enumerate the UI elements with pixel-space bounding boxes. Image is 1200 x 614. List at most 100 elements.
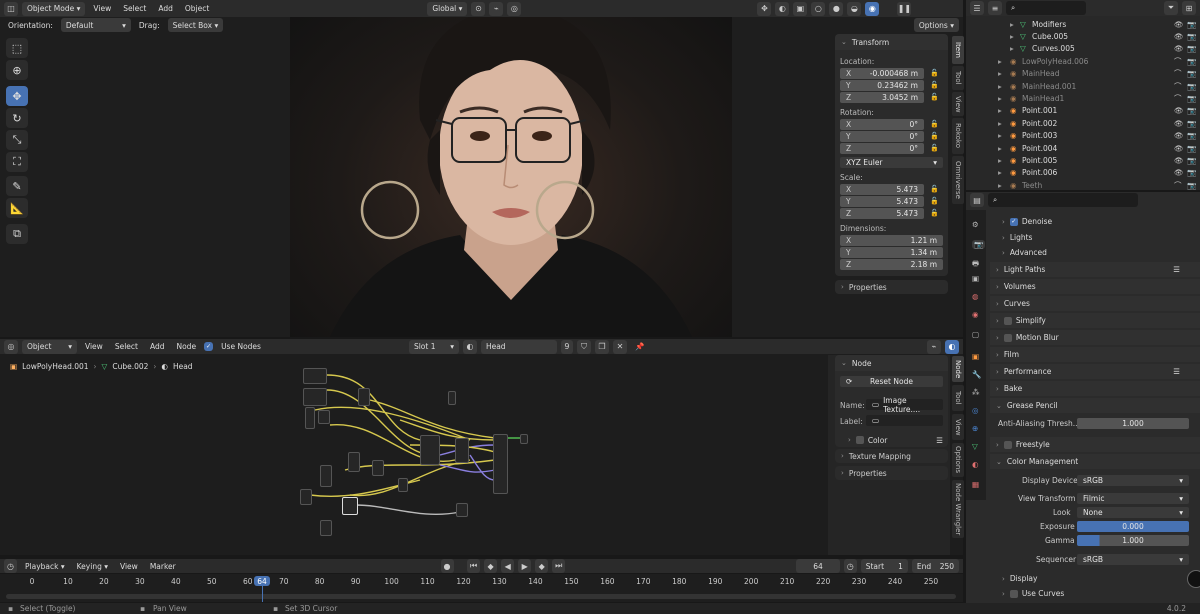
data-tab-icon[interactable]: ▽ bbox=[972, 442, 978, 451]
shader-node[interactable] bbox=[520, 434, 528, 444]
menu-marker[interactable]: Marker bbox=[146, 559, 180, 573]
denoise-checkbox[interactable]: ✓ bbox=[1009, 217, 1018, 226]
physics-tab-icon[interactable]: ◎ bbox=[972, 406, 979, 415]
new-collection-icon[interactable]: ⊞ bbox=[1182, 1, 1196, 15]
shader-node[interactable] bbox=[455, 438, 469, 463]
visibility-eye-icon[interactable]: ⌒ bbox=[1174, 56, 1182, 67]
advanced-row[interactable]: › Advanced bbox=[1002, 245, 1200, 260]
node-properties-subpanel[interactable]: › Properties bbox=[835, 466, 948, 480]
prev-keyframe-icon[interactable]: ◆ bbox=[484, 559, 498, 573]
outliner-row[interactable]: ▸ ◉ Teeth ⌒ 📷 bbox=[970, 179, 1200, 191]
render-camera-icon[interactable]: 📷 bbox=[1187, 94, 1196, 103]
expand-arrow-icon[interactable]: ▸ bbox=[998, 69, 1002, 78]
display-device-select[interactable]: sRGB ▾ bbox=[1077, 475, 1189, 486]
simplify-checkbox[interactable] bbox=[1003, 316, 1012, 325]
freestyle-checkbox[interactable] bbox=[1003, 440, 1012, 449]
outliner-row[interactable]: ▸ ▽ Modifiers 👁 📷 bbox=[970, 18, 1200, 30]
properties-search-field[interactable]: ⌕ bbox=[988, 193, 1138, 207]
texture-mapping-subpanel[interactable]: › Texture Mapping bbox=[835, 449, 948, 463]
light-paths-panel[interactable]: › Light Paths ☰ bbox=[990, 262, 1200, 277]
shader-node[interactable] bbox=[493, 434, 508, 494]
display-mode-icon[interactable]: ≡ bbox=[988, 1, 1002, 15]
visibility-eye-icon[interactable]: 👁 bbox=[1174, 106, 1184, 115]
menu-playback[interactable]: Playback ▾ bbox=[21, 559, 69, 573]
clock-icon[interactable]: ◷ bbox=[843, 559, 857, 573]
outliner-row[interactable]: ▸ ◉ MainHead.001 ⌒ 📷 bbox=[970, 80, 1200, 92]
visibility-eye-icon[interactable]: 👁 bbox=[1174, 131, 1184, 140]
expand-arrow-icon[interactable]: ▸ bbox=[998, 82, 1002, 91]
expand-arrow-icon[interactable]: ▸ bbox=[998, 168, 1002, 177]
reset-node-button[interactable]: ⟳ Reset Node bbox=[840, 376, 943, 387]
outliner-search-field[interactable]: ⌕ bbox=[1006, 1, 1086, 15]
outliner-row[interactable]: ▸ ◉ Point.002 👁 📷 bbox=[970, 117, 1200, 129]
render-tab-icon[interactable]: 📷 bbox=[972, 240, 986, 249]
render-camera-icon[interactable]: 📷 bbox=[1187, 156, 1196, 165]
color-management-panel[interactable]: ⌄ Color Management bbox=[990, 454, 1200, 469]
shader-node[interactable] bbox=[358, 388, 370, 406]
expand-arrow-icon[interactable]: ▸ bbox=[998, 94, 1002, 103]
render-camera-icon[interactable]: 📷 bbox=[1187, 168, 1196, 177]
motion-blur-panel[interactable]: › Motion Blur bbox=[990, 330, 1200, 345]
visibility-eye-icon[interactable]: ⌒ bbox=[1174, 180, 1182, 191]
output-tab-icon[interactable]: 🖶 bbox=[972, 258, 979, 271]
node-panel-header[interactable]: ⌄ Node bbox=[835, 355, 948, 371]
shader-node[interactable] bbox=[456, 503, 468, 517]
shader-node[interactable] bbox=[342, 497, 358, 515]
visibility-eye-icon[interactable]: 👁 bbox=[1174, 20, 1184, 29]
simplify-panel[interactable]: › Simplify bbox=[990, 313, 1200, 328]
freestyle-panel[interactable]: › Freestyle bbox=[990, 437, 1200, 452]
shader-node[interactable] bbox=[303, 388, 327, 406]
visibility-eye-icon[interactable]: 👁 bbox=[1174, 44, 1184, 53]
motion-blur-checkbox[interactable] bbox=[1003, 333, 1012, 342]
jump-end-icon[interactable]: ⏭ bbox=[552, 559, 566, 573]
render-camera-icon[interactable]: 📷 bbox=[1187, 57, 1196, 66]
tab-options[interactable]: Options bbox=[952, 443, 964, 477]
shader-node[interactable] bbox=[398, 478, 408, 492]
bake-panel[interactable]: › Bake bbox=[990, 381, 1200, 396]
particles-tab-icon[interactable]: ⁂ bbox=[972, 388, 980, 397]
shader-node[interactable] bbox=[305, 407, 315, 429]
render-camera-icon[interactable]: 📷 bbox=[1187, 44, 1196, 53]
outliner-row[interactable]: ▸ ▽ Cube.005 👁 📷 bbox=[970, 30, 1200, 42]
sequencer-select[interactable]: sRGB ▾ bbox=[1077, 554, 1189, 565]
aa-threshold-field[interactable]: 1.000 bbox=[1077, 418, 1189, 429]
film-panel[interactable]: › Film bbox=[990, 347, 1200, 362]
visibility-eye-icon[interactable]: 👁 bbox=[1174, 168, 1184, 177]
editor-type-icon[interactable]: ☰ bbox=[970, 1, 984, 15]
menu-view[interactable]: View bbox=[116, 559, 142, 573]
use-curves-checkbox[interactable] bbox=[1009, 589, 1018, 598]
render-camera-icon[interactable]: 📷 bbox=[1187, 69, 1196, 78]
expand-arrow-icon[interactable]: ▸ bbox=[1010, 32, 1014, 41]
outliner-row[interactable]: ▸ ◉ Point.006 👁 📷 bbox=[970, 167, 1200, 179]
visibility-eye-icon[interactable]: ⌒ bbox=[1174, 68, 1182, 79]
modifier-tab-icon[interactable]: 🔧 bbox=[972, 370, 981, 379]
navigate-gizmo[interactable] bbox=[1187, 570, 1200, 588]
play-icon[interactable]: ▶ bbox=[518, 559, 532, 573]
use-curves-row[interactable]: › Use Curves bbox=[1002, 586, 1200, 601]
tab-node-wrangler[interactable]: Node Wrangler bbox=[952, 480, 964, 538]
visibility-eye-icon[interactable]: 👁 bbox=[1174, 32, 1184, 41]
node-name-field[interactable]: ▭ Image Texture.... bbox=[866, 396, 943, 414]
render-camera-icon[interactable]: 📷 bbox=[1187, 20, 1196, 29]
display-row[interactable]: › Display bbox=[1002, 571, 1200, 586]
outliner-row[interactable]: ▸ ◉ Point.005 👁 📷 bbox=[970, 154, 1200, 166]
visibility-eye-icon[interactable]: 👁 bbox=[1174, 119, 1184, 128]
expand-arrow-icon[interactable]: ▸ bbox=[998, 181, 1002, 190]
visibility-eye-icon[interactable]: 👁 bbox=[1174, 156, 1184, 165]
menu-keying[interactable]: Keying ▾ bbox=[73, 559, 112, 573]
shader-node[interactable] bbox=[318, 410, 330, 424]
shader-node[interactable] bbox=[303, 368, 327, 384]
render-camera-icon[interactable]: 📷 bbox=[1187, 32, 1196, 41]
shader-node[interactable] bbox=[320, 465, 332, 487]
visibility-eye-icon[interactable]: ⌒ bbox=[1174, 81, 1182, 92]
next-keyframe-icon[interactable]: ◆ bbox=[535, 559, 549, 573]
render-camera-icon[interactable]: 📷 bbox=[1187, 119, 1196, 128]
volumes-panel[interactable]: › Volumes bbox=[990, 279, 1200, 294]
visibility-eye-icon[interactable]: 👁 bbox=[1174, 144, 1184, 153]
expand-arrow-icon[interactable]: ▸ bbox=[998, 144, 1002, 153]
editor-type-icon[interactable]: ◷ bbox=[4, 559, 18, 573]
collection-tab-icon[interactable]: ▢ bbox=[972, 330, 979, 339]
expand-arrow-icon[interactable]: ▸ bbox=[998, 131, 1002, 140]
outliner-row[interactable]: ▸ ◉ Point.003 👁 📷 bbox=[970, 130, 1200, 142]
tool-tab-icon[interactable]: ⚙ bbox=[972, 220, 979, 229]
